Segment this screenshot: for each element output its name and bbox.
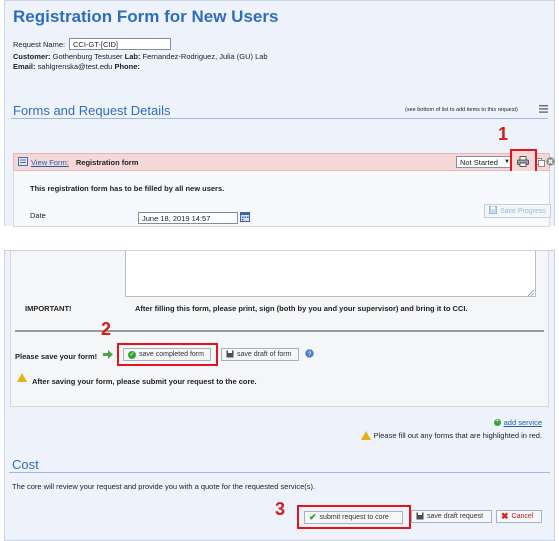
request-name-input[interactable]: CCI-GT-[CID] (69, 38, 171, 50)
add-service-label[interactable]: add service (504, 418, 542, 427)
fill-forms-warning: Please fill out any forms that are highl… (360, 431, 542, 440)
checkmark-icon: ✔ (309, 512, 317, 522)
save-draft-form-label: save draft of form (237, 351, 292, 358)
request-form-panel: Registration Form for New Users Request … (4, 0, 555, 227)
floppy-disk-icon (226, 350, 234, 360)
view-form-link[interactable]: View Form: Registration form (31, 158, 138, 167)
cancel-x-icon: ✖ (501, 511, 509, 521)
date-label: Date (30, 211, 46, 220)
form-continuation: IMPORTANT! After filling this form, plea… (10, 251, 549, 407)
arrow-right-icon (103, 350, 113, 359)
save-progress-button[interactable]: Save Progress (484, 204, 551, 218)
cost-divider (9, 472, 550, 473)
save-draft-form-button[interactable]: save draft of form (221, 348, 299, 361)
cancel-label: Cancel (511, 513, 534, 520)
annotation-number-1: 1 (498, 124, 509, 144)
add-service-link[interactable]: + add service (493, 418, 542, 427)
comments-textarea[interactable] (125, 251, 536, 297)
section-divider (11, 118, 548, 119)
annotation-number-3: 3 (275, 499, 286, 519)
remove-icon[interactable] (546, 157, 555, 166)
help-icon[interactable]: ? (305, 349, 314, 358)
save-draft-request-button[interactable]: save draft request (411, 510, 492, 523)
page-title: Registration Form for New Users (13, 7, 279, 26)
email-value: sahlgrenska@test.edu (37, 62, 113, 71)
important-label: IMPORTANT! (25, 304, 72, 313)
list-icon[interactable] (539, 105, 548, 113)
submit-request-button[interactable]: ✔ submit request to core (304, 511, 403, 524)
save-completed-form-button[interactable]: ✓ save completed form (123, 348, 211, 361)
email-line: Email: sahlgrenska@test.edu Phone: (13, 62, 140, 71)
form-divider (15, 330, 544, 332)
save-progress-label: Save Progress (500, 207, 546, 215)
cost-title: Cost (12, 457, 39, 472)
form-body: This registration form has to be filled … (13, 171, 551, 227)
form-name: Registration form (75, 158, 139, 167)
fill-forms-warning-text: Please fill out any forms that are highl… (373, 431, 542, 440)
date-input[interactable]: June 18, 2019 14:57 (138, 212, 238, 224)
cost-text: The core will review your request and pr… (12, 482, 316, 491)
save-completed-label: save completed form (139, 351, 204, 358)
calendar-icon[interactable] (240, 212, 250, 222)
after-save-note: After saving your form, please submit yo… (32, 377, 257, 386)
plus-circle-icon: + (493, 419, 501, 426)
phone-label: Phone: (114, 62, 140, 71)
form-icon (18, 157, 28, 166)
submit-request-highlight: ✔ submit request to core (297, 505, 411, 529)
form-status-select[interactable]: Not Started ▼ (456, 156, 514, 168)
forms-section-title: Forms and Request Details (13, 103, 171, 118)
save-form-prompt: Please save your form! (15, 352, 98, 361)
save-draft-request-label: save draft request (427, 513, 484, 520)
print-icon[interactable] (517, 156, 529, 167)
email-label: Email: (13, 62, 36, 71)
warning-icon (360, 431, 371, 440)
important-text: After filling this form, please print, s… (135, 304, 468, 313)
customer-label: Customer: (13, 52, 51, 61)
lab-value: Fernandez-Rodriguez, Julia (GU) Lab (142, 52, 268, 61)
resize-handle-icon[interactable] (527, 289, 535, 297)
form-status-value: Not Started (460, 157, 498, 167)
warning-icon (17, 373, 27, 382)
save-completed-highlight: ✓ save completed form (117, 343, 218, 366)
form-continuation-panel: IMPORTANT! After filling this form, plea… (4, 250, 555, 541)
check-circle-icon: ✓ (128, 350, 136, 359)
customer-line: Customer: Gothenburg Testuser Lab: Ferna… (13, 52, 268, 61)
view-form-label[interactable]: View Form: (31, 158, 69, 167)
save-progress-icon (489, 206, 497, 216)
form-description: This registration form has to be filled … (30, 184, 225, 193)
forms-section-hint: (see bottom of list to add items to this… (405, 107, 518, 113)
annotation-number-2: 2 (101, 319, 112, 339)
customer-value: Gothenburg Testuser (52, 52, 123, 61)
cancel-button[interactable]: ✖ Cancel (496, 510, 542, 523)
svg-text:?: ? (308, 351, 312, 358)
request-name-label: Request Name: (13, 40, 66, 49)
submit-request-label: submit request to core (319, 514, 389, 521)
floppy-disk-icon (416, 512, 424, 522)
lab-label: Lab: (124, 52, 141, 61)
form-header-bar: View Form: Registration form Not Started… (13, 153, 555, 171)
